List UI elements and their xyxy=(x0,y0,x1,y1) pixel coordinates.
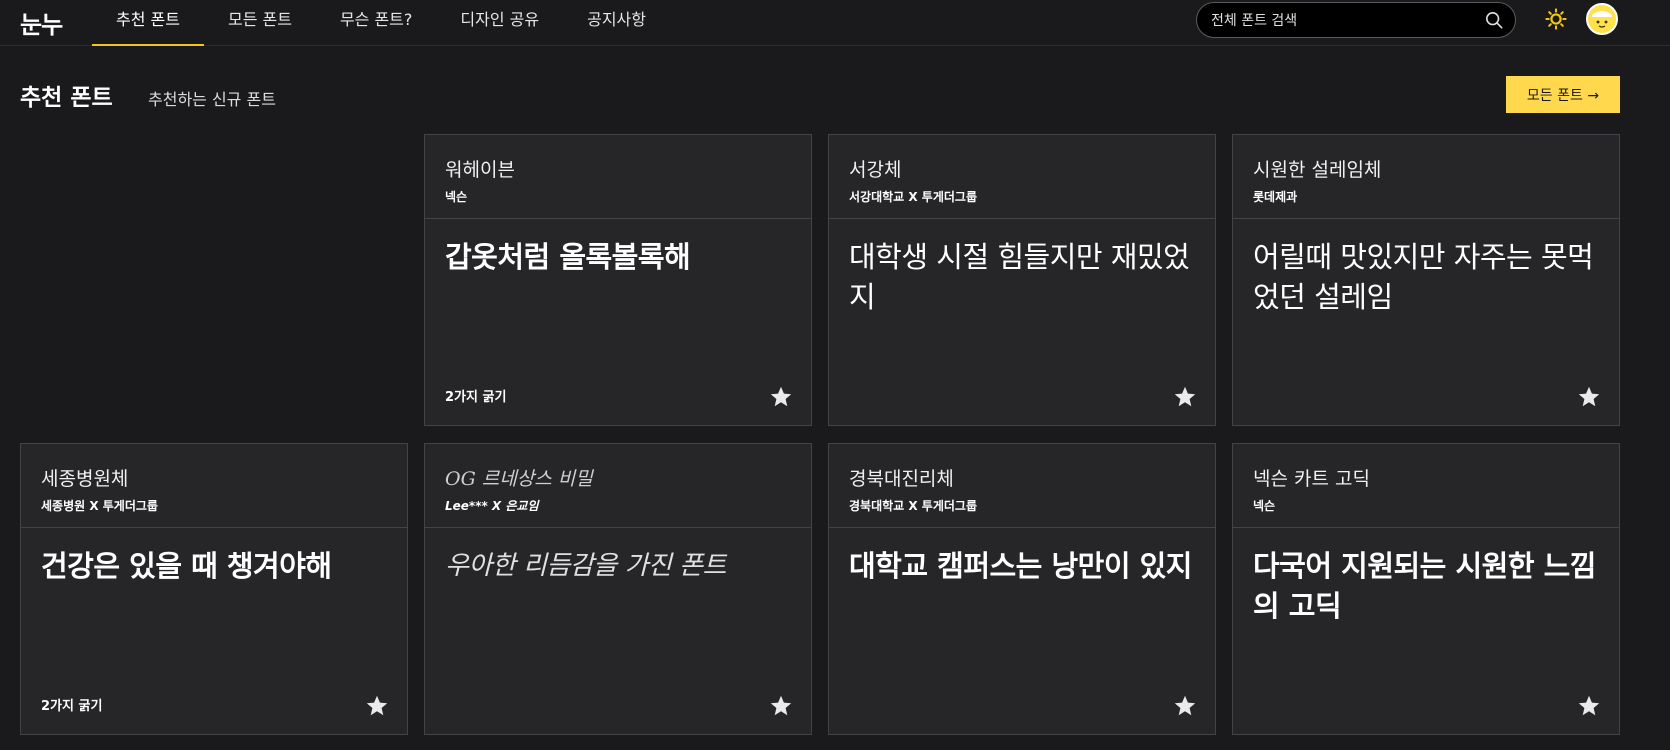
font-name: OG 르네상스 비밀 xyxy=(445,468,593,490)
section-subtitle: 추천하는 신규 폰트 xyxy=(148,90,276,109)
font-sample: 대학생 시절 힘들지만 재밌었지 xyxy=(849,240,1190,314)
font-name: 워헤이븐 xyxy=(445,159,515,181)
card-header: 넥슨 카트 고딕 넥슨 xyxy=(1233,444,1619,528)
font-name: 넥슨 카트 고딕 xyxy=(1253,468,1370,490)
font-maker: Lee*** X 은교임 xyxy=(445,499,539,513)
font-card-warhaven[interactable]: 워헤이븐 넥슨 갑옷처럼 올록볼록해 2가지 굵기 xyxy=(424,134,812,426)
nav-item-design-share[interactable]: 디자인 공유 xyxy=(436,0,563,46)
font-weights: 2가지 굵기 xyxy=(445,390,507,405)
card-header: 시원한 설레임체 롯데제과 xyxy=(1233,135,1619,219)
card-header: OG 르네상스 비밀 Lee*** X 은교임 xyxy=(425,444,811,528)
font-sample: 어릴때 맛있지만 자주는 못먹었던 설레임 xyxy=(1253,240,1594,314)
font-name: 시원한 설레임체 xyxy=(1253,159,1382,181)
font-name: 세종병원체 xyxy=(41,468,129,490)
avatar[interactable] xyxy=(1586,3,1618,35)
card-header: 세종병원체 세종병원 X 투게더그룹 xyxy=(21,444,407,528)
star-icon[interactable] xyxy=(1577,694,1601,718)
top-nav: 눈누 추천 폰트 모든 폰트 무슨 폰트? 디자인 공유 공지사항 xyxy=(0,0,1670,46)
star-icon[interactable] xyxy=(769,694,793,718)
font-maker: 서강대학교 X 투게더그룹 xyxy=(849,190,978,204)
font-maker: 세종병원 X 투게더그룹 xyxy=(41,499,158,513)
star-icon[interactable] xyxy=(1577,385,1601,409)
nav-item-all-fonts[interactable]: 모든 폰트 xyxy=(204,0,316,46)
font-card-sejong-hospital[interactable]: 세종병원체 세종병원 X 투게더그룹 건강은 있을 때 챙겨야해 2가지 굵기 xyxy=(20,443,408,735)
all-fonts-button[interactable]: 모든 폰트 → xyxy=(1506,76,1620,113)
font-sample: 건강은 있을 때 챙겨야해 xyxy=(41,549,332,583)
star-icon[interactable] xyxy=(769,385,793,409)
sun-icon[interactable] xyxy=(1545,8,1567,30)
font-maker: 넥슨 xyxy=(1253,499,1276,513)
card-header: 경북대진리체 경북대학교 X 투게더그룹 xyxy=(829,444,1215,528)
font-maker: 경북대학교 X 투게더그룹 xyxy=(849,499,978,513)
font-maker: 넥슨 xyxy=(445,190,468,204)
font-card-sogang[interactable]: 서강체 서강대학교 X 투게더그룹 대학생 시절 힘들지만 재밌었지 xyxy=(828,134,1216,426)
section-title: 추천 폰트 xyxy=(20,85,113,111)
logo[interactable]: 눈누 xyxy=(20,5,63,40)
font-sample: 갑옷처럼 올록볼록해 xyxy=(445,240,691,274)
font-sample: 우아한 리듬감을 가진 폰트 xyxy=(445,551,726,581)
nav-item-notices[interactable]: 공지사항 xyxy=(563,0,670,46)
font-card-kyungpook[interactable]: 경북대진리체 경북대학교 X 투게더그룹 대학교 캠퍼스는 낭만이 있지 xyxy=(828,443,1216,735)
card-header: 서강체 서강대학교 X 투게더그룹 xyxy=(829,135,1215,219)
star-icon[interactable] xyxy=(365,694,389,718)
font-card-nexon-kart[interactable]: 넥슨 카트 고딕 넥슨 다국어 지원되는 시원한 느낌의 고딕 xyxy=(1232,443,1620,735)
font-sample: 다국어 지원되는 시원한 느낌의 고딕 xyxy=(1253,549,1596,623)
star-icon[interactable] xyxy=(1173,385,1197,409)
font-sample: 대학교 캠퍼스는 낭만이 있지 xyxy=(849,549,1192,583)
search-box xyxy=(1196,2,1516,39)
font-card-seolleim[interactable]: 시원한 설레임체 롯데제과 어릴때 맛있지만 자주는 못먹었던 설레임 xyxy=(1232,134,1620,426)
nav-links: 추천 폰트 모든 폰트 무슨 폰트? 디자인 공유 공지사항 xyxy=(92,0,670,46)
search-input[interactable] xyxy=(1209,3,1473,39)
star-icon[interactable] xyxy=(1173,694,1197,718)
search-icon[interactable] xyxy=(1485,11,1503,29)
font-name: 경북대진리체 xyxy=(849,468,954,490)
font-card-og-renaissance[interactable]: OG 르네상스 비밀 Lee*** X 은교임 우아한 리듬감을 가진 폰트 xyxy=(424,443,812,735)
font-maker: 롯데제과 xyxy=(1253,190,1298,204)
nav-item-what-font[interactable]: 무슨 폰트? xyxy=(316,0,436,46)
font-weights: 2가지 굵기 xyxy=(41,699,103,714)
font-name: 서강체 xyxy=(849,159,902,181)
card-header: 워헤이븐 넥슨 xyxy=(425,135,811,219)
avatar-face-icon xyxy=(1592,11,1612,28)
nav-item-recommended[interactable]: 추천 폰트 xyxy=(92,0,204,46)
